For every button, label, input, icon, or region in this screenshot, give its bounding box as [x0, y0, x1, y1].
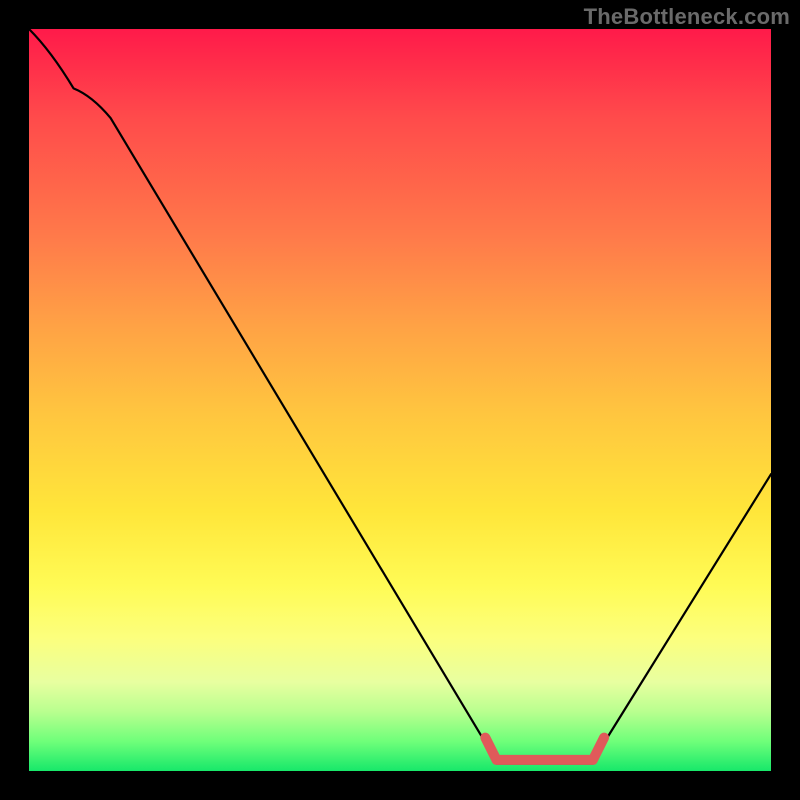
chart-svg — [29, 29, 771, 771]
flat-highlight — [485, 738, 604, 760]
plot-area — [29, 29, 771, 771]
chart-frame: TheBottleneck.com — [0, 0, 800, 800]
watermark-text: TheBottleneck.com — [584, 4, 790, 30]
main-curve — [29, 29, 771, 764]
